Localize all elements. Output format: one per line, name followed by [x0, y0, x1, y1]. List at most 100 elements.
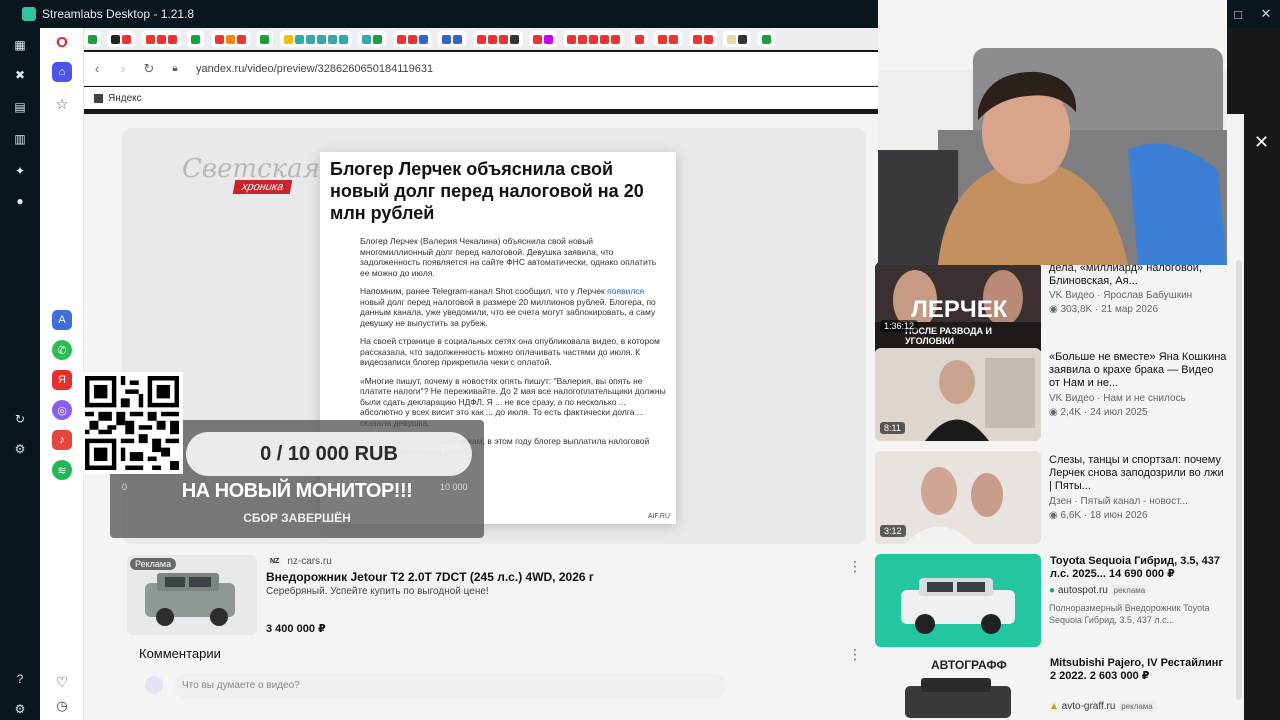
address-bar: ‹ › ↻ 🔒︎ yandex.ru/video/preview/3286260…: [84, 52, 878, 86]
rec-title[interactable]: дела, «миллиард» налоговой, Блиновская, …: [1049, 262, 1227, 288]
tab[interactable]: [688, 31, 717, 47]
car-icon: [875, 554, 1041, 647]
tab[interactable]: [438, 31, 467, 47]
tab[interactable]: [472, 31, 523, 47]
store-icon[interactable]: ▤: [13, 100, 27, 114]
tab[interactable]: [563, 31, 625, 47]
donation-progress: 0 / 10 000 RUB: [186, 432, 472, 476]
reload-icon[interactable]: ↻: [136, 61, 162, 77]
home-icon[interactable]: ⌂: [52, 62, 72, 82]
editor-icon[interactable]: ▦: [13, 38, 27, 52]
close-window-icon[interactable]: ✕: [1252, 0, 1280, 28]
rec-meta: ◉ 2,4K · 24 июл 2025: [1049, 407, 1148, 418]
yandex-icon[interactable]: Я: [52, 370, 72, 390]
ad-price: 3 400 000 ₽: [266, 623, 326, 635]
ad-domain[interactable]: ▲ avto-graff.ru реклама: [1049, 701, 1229, 712]
article-source: AIF.RU: [647, 513, 670, 520]
bookmark-yandex[interactable]: Яндекс: [108, 93, 142, 104]
lock-icon: 🔒︎: [172, 63, 178, 74]
bookmark-icon: [94, 93, 103, 103]
opera-logo-icon[interactable]: O: [52, 32, 72, 52]
article-paragraph: Напомним, ранее Telegram-канал Shot сооб…: [360, 286, 656, 328]
avatar: [145, 676, 163, 694]
settings-icon[interactable]: ⚙: [13, 442, 27, 456]
ad-title[interactable]: Внедорожник Jetour T2 2.0T 7DCT (245 л.с…: [266, 570, 594, 584]
ad-title[interactable]: Mitsubishi Pajero, IV Рестайлинг 2 2022.…: [1050, 657, 1226, 683]
ad-domain[interactable]: ● autospot.ru реклама: [1049, 585, 1229, 596]
video-duration: 3:12: [880, 525, 906, 537]
rec-channel[interactable]: VK Видео · Ярослав Бабушкин: [1049, 290, 1229, 301]
spotify-icon[interactable]: ≋: [52, 460, 72, 480]
gear-icon[interactable]: ⚙: [13, 702, 27, 716]
tab[interactable]: [630, 31, 648, 47]
more-icon[interactable]: ⋮: [848, 558, 862, 575]
alice-icon[interactable]: ◎: [52, 400, 72, 420]
tab[interactable]: [187, 31, 205, 47]
tab[interactable]: [723, 31, 752, 47]
back-icon[interactable]: ‹: [84, 61, 110, 76]
bookmarks-bar: Яндекс: [84, 87, 878, 109]
ad-thumbnail[interactable]: [875, 554, 1041, 647]
article-title: Блогер Лерчек объяснила свой новый долг …: [330, 159, 644, 223]
comment-input[interactable]: Что вы думаете о видео?: [174, 673, 726, 699]
appstore-icon[interactable]: A: [52, 310, 72, 330]
record-icon[interactable]: ●: [13, 194, 27, 208]
history-icon[interactable]: ◷: [52, 696, 72, 716]
ad-domain[interactable]: NZ nz-cars.ru: [268, 556, 332, 567]
heart-icon[interactable]: ♡: [52, 672, 72, 692]
url-field[interactable]: yandex.ru/video/preview/3286260650184119…: [196, 63, 433, 75]
tab[interactable]: [757, 31, 775, 47]
close-icon[interactable]: ✕: [1254, 132, 1269, 153]
star-icon[interactable]: ☆: [52, 94, 72, 114]
rec-channel[interactable]: Дзен · Пятый канал - новост...: [1049, 496, 1229, 507]
tab[interactable]: [392, 31, 432, 47]
webcam-overlay: [878, 0, 1227, 265]
tools-icon[interactable]: ✖: [13, 68, 27, 82]
ad-description: Серебряный. Успейте купить по выгодной ц…: [266, 586, 489, 597]
tab[interactable]: [141, 31, 181, 47]
tab[interactable]: [210, 31, 250, 47]
tab[interactable]: [528, 31, 557, 47]
rec-title[interactable]: «Больше не вместе» Яна Кошкина заявила о…: [1049, 351, 1227, 390]
tab[interactable]: [84, 31, 101, 47]
sparkle-icon[interactable]: ✦: [13, 164, 27, 178]
rec-thumb-title: ЛЕРЧЕК: [911, 296, 1008, 323]
opera-sidebar: O ⌂ ☆ A ✆ Я ◎ ♪ ≋ ♡ ◷: [40, 28, 84, 720]
tab[interactable]: [654, 31, 683, 47]
brand-logo-sub: хроника: [232, 180, 293, 194]
tab[interactable]: [256, 31, 274, 47]
more-icon[interactable]: ⋮: [848, 646, 862, 663]
ad-thumbnail[interactable]: АВТОГРАФФ: [875, 656, 1041, 720]
tab[interactable]: [279, 31, 352, 47]
donation-goal: НА НОВЫЙ МОНИТОР!!!: [181, 480, 413, 502]
rec-thumbnail[interactable]: ЛЕРЧЕК ПОСЛЕ РАЗВОДА И УГОЛОВКИ 1:36:12: [875, 262, 1041, 355]
video-duration: 1:36:12: [880, 320, 919, 332]
tab[interactable]: [107, 31, 136, 47]
ad-badge: Реклама: [130, 558, 177, 570]
music-icon[interactable]: ♪: [52, 430, 72, 450]
forward-icon[interactable]: ›: [110, 61, 136, 76]
refresh-icon[interactable]: ↻: [13, 412, 27, 426]
whatsapp-icon[interactable]: ✆: [52, 340, 72, 360]
scrollbar[interactable]: [1236, 260, 1242, 700]
streamlabs-sidebar: ▦ ✖ ▤ ▥ ✦ ● ↻ ⚙ ? ⚙: [0, 28, 40, 720]
ad-title[interactable]: Toyota Sequoia Гибрид, 3.5, 437 л.с. 202…: [1050, 555, 1226, 581]
video-duration: 8:11: [880, 422, 905, 434]
webcam-image: [878, 0, 1227, 265]
rec-meta: ◉ 6,6K · 18 июн 2026: [1049, 510, 1148, 521]
ad-description: Полноразмерный Внедорожник Toyota Sequoi…: [1049, 603, 1210, 625]
app-title: Streamlabs Desktop - 1.21.8: [42, 7, 195, 21]
article-paragraph: На своей странице в социальных сетях она…: [360, 336, 660, 367]
tab-strip: [84, 28, 878, 50]
rec-channel[interactable]: VK Видео · Нам и не снилось: [1049, 393, 1229, 404]
rec-thumbnail[interactable]: 8:11: [875, 348, 1041, 441]
rec-title[interactable]: Слезы, танцы и спортзал: почему Лерчек с…: [1049, 454, 1227, 493]
qr-code-graphic: [85, 376, 179, 470]
maximize-icon[interactable]: □: [1224, 0, 1252, 28]
qr-code: [81, 372, 183, 474]
tab[interactable]: [358, 31, 387, 47]
ad-domain-logo: NZ: [268, 557, 282, 566]
rec-thumbnail[interactable]: 3:12: [875, 451, 1041, 544]
layers-icon[interactable]: ▥: [13, 132, 27, 146]
help-icon[interactable]: ?: [13, 672, 27, 686]
